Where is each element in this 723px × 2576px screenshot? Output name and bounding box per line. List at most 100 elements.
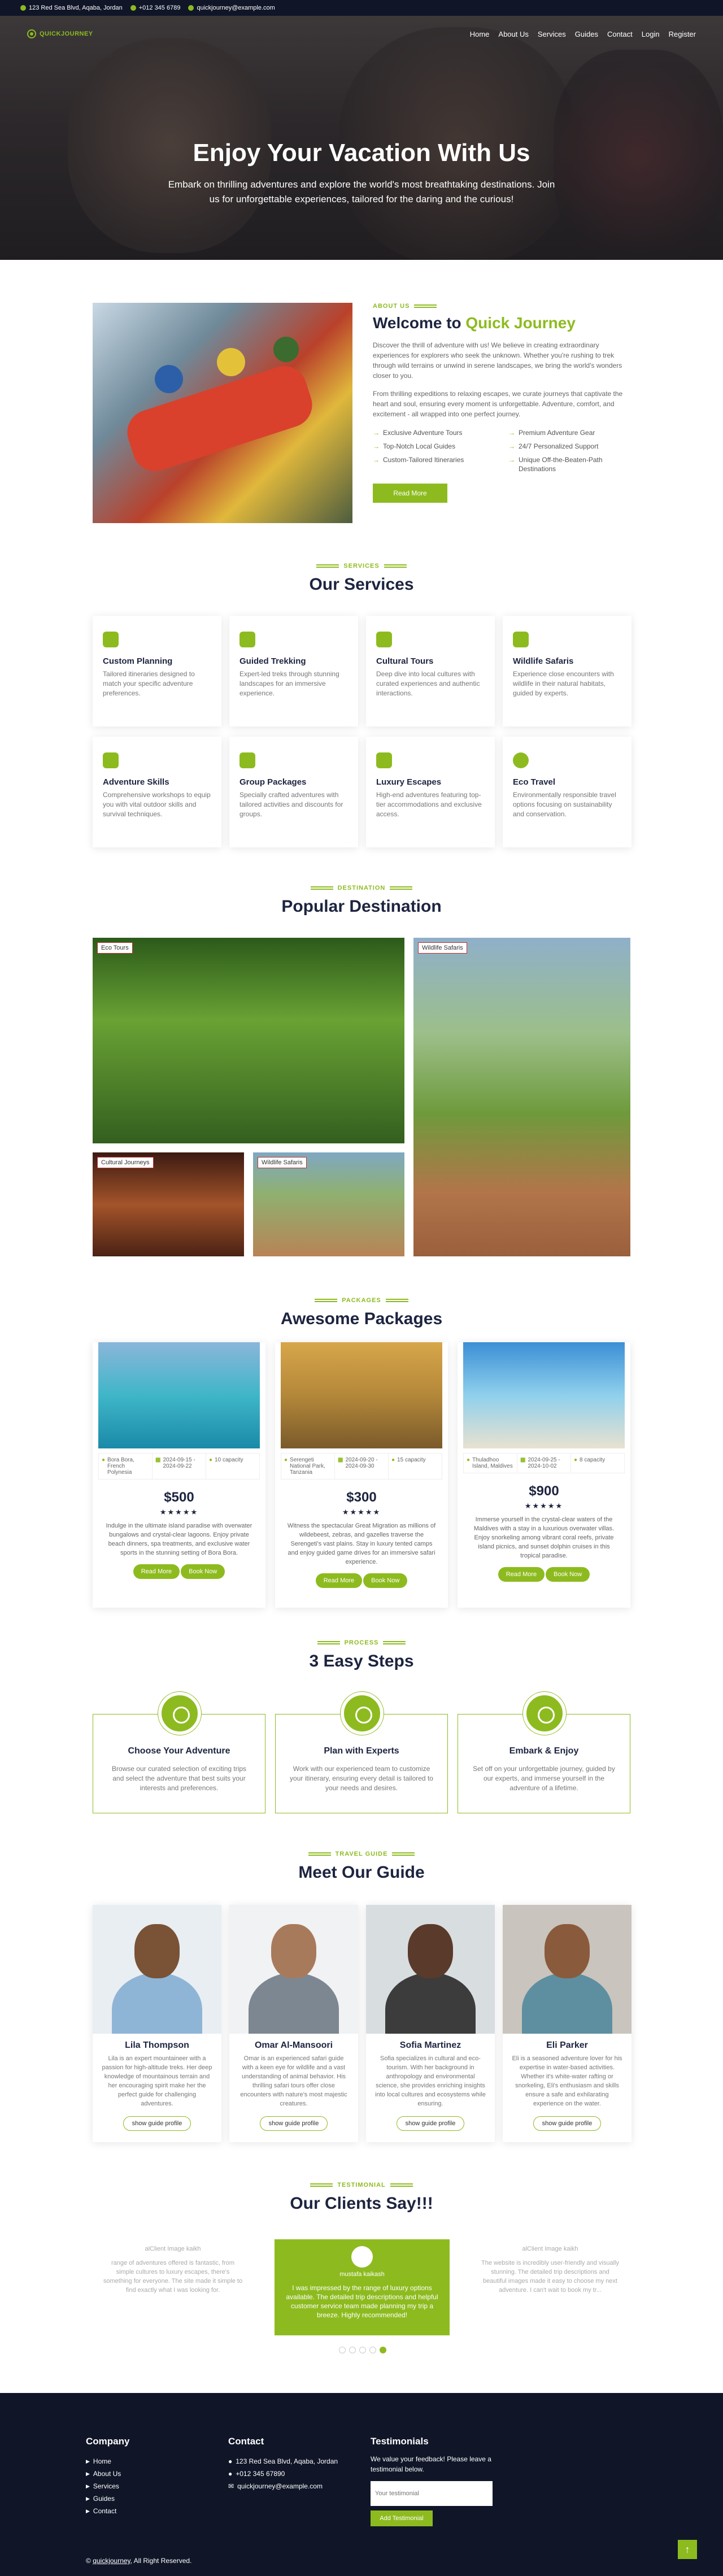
package-price: $900 bbox=[529, 1483, 559, 1499]
guide-card: Eli Parker Eli is a seasoned adventure lo… bbox=[503, 1905, 631, 2142]
show-guide-profile-button[interactable]: show guide profile bbox=[397, 2116, 464, 2131]
about-features: → Exclusive Adventure Tours → Premium Adve… bbox=[373, 428, 633, 473]
destination-card[interactable]: Cultural Journeys bbox=[93, 1152, 244, 1256]
location-icon: ● bbox=[228, 2457, 233, 2465]
read-more-button[interactable]: Read More bbox=[133, 1564, 180, 1579]
phone-info: +012 345 6789 bbox=[130, 5, 180, 11]
calendar-icon: ▦ bbox=[338, 1457, 343, 1463]
arrow-right-icon: → bbox=[508, 429, 515, 437]
destination-card[interactable]: Wildlife Safaris bbox=[253, 1152, 404, 1256]
feature-item: → Top-Notch Local Guides bbox=[373, 442, 456, 450]
nav-contact[interactable]: Contact bbox=[607, 30, 633, 38]
service-card[interactable]: Luxury Escapes High-end adventures featur… bbox=[366, 737, 495, 847]
guide-card: Sofia Martinez Sofia specializes in cultu… bbox=[366, 1905, 495, 2142]
add-testimonial-button[interactable]: Add Testimonial bbox=[371, 2510, 433, 2526]
carousel-dot[interactable] bbox=[369, 2347, 376, 2353]
package-price: $300 bbox=[346, 1490, 377, 1505]
nav-home[interactable]: Home bbox=[470, 30, 490, 38]
arrow-right-icon: → bbox=[508, 456, 515, 464]
about-eyebrow: ABOUT US bbox=[373, 303, 633, 310]
show-guide-profile-button[interactable]: show guide profile bbox=[533, 2116, 601, 2131]
service-card[interactable]: Guided Trekking Expert-led treks through … bbox=[229, 616, 358, 726]
footer-link-home[interactable]: ▶ Home bbox=[86, 2455, 129, 2468]
service-card[interactable]: Wildlife Safaris Experience close encount… bbox=[503, 616, 631, 726]
footer-link-guides[interactable]: ▶ Guides bbox=[86, 2492, 129, 2505]
temple-icon bbox=[376, 752, 392, 768]
feature-item: → Exclusive Adventure Tours bbox=[373, 429, 463, 437]
testimonial-card-active: mustafa kaikash I was impressed by the r… bbox=[275, 2239, 450, 2335]
destination-title: Popular Destination bbox=[281, 897, 442, 916]
book-now-button[interactable]: Book Now bbox=[181, 1564, 225, 1579]
copyright-link[interactable]: quickjourney bbox=[93, 2557, 130, 2565]
chevron-right-icon: ▶ bbox=[86, 2483, 90, 2489]
package-image bbox=[281, 1342, 442, 1448]
site-logo[interactable]: QUICKJOURNEY bbox=[27, 29, 93, 38]
calendar-icon: ▦ bbox=[155, 1457, 161, 1463]
book-now-button[interactable]: Book Now bbox=[363, 1573, 408, 1588]
about-paragraph-1: Discover the thrill of adventure with us… bbox=[373, 341, 622, 380]
testimonial-title: Our Clients Say!!! bbox=[290, 2194, 433, 2213]
hero-title: Enjoy Your Vacation With Us bbox=[193, 139, 530, 167]
show-guide-profile-button[interactable]: show guide profile bbox=[260, 2116, 328, 2131]
nav-register[interactable]: Register bbox=[669, 30, 696, 38]
packages-header: PACKAGES Awesome Packages bbox=[0, 1297, 723, 1329]
testimonial-card: alClient Image kaikh range of adventures … bbox=[93, 2239, 253, 2335]
step-card: Choose Your Adventure Browse our curated … bbox=[93, 1692, 265, 1813]
testimonial-card: alClient Image kaikh The website is incre… bbox=[470, 2239, 630, 2335]
globe-icon bbox=[513, 752, 529, 768]
carousel-dot[interactable] bbox=[349, 2347, 356, 2353]
show-guide-profile-button[interactable]: show guide profile bbox=[123, 2116, 191, 2131]
footer-link-contact[interactable]: ▶ Contact bbox=[86, 2505, 129, 2517]
feature-item: → Premium Adventure Gear bbox=[508, 429, 595, 437]
nav-guides[interactable]: Guides bbox=[575, 30, 598, 38]
gear-icon bbox=[103, 752, 119, 768]
nav-login[interactable]: Login bbox=[642, 30, 660, 38]
service-card[interactable]: Cultural Tours Deep dive into local cultu… bbox=[366, 616, 495, 726]
about-read-more-button[interactable]: Read More bbox=[373, 484, 447, 503]
hiker-icon bbox=[239, 632, 255, 647]
nav-about[interactable]: About Us bbox=[498, 30, 528, 38]
destination-header: DESTINATION Popular Destination bbox=[0, 885, 723, 916]
read-more-button[interactable]: Read More bbox=[498, 1567, 545, 1582]
client-avatar bbox=[351, 2246, 373, 2268]
carousel-dot-active[interactable] bbox=[380, 2347, 386, 2353]
footer-link-services[interactable]: ▶ Services bbox=[86, 2480, 129, 2492]
carousel-dots bbox=[339, 2347, 386, 2353]
service-card[interactable]: Group Packages Specially crafted adventur… bbox=[229, 737, 358, 847]
destination-card[interactable]: Wildlife Safaris bbox=[413, 938, 630, 1256]
arrow-right-icon: → bbox=[373, 429, 380, 437]
read-more-button[interactable]: Read More bbox=[315, 1573, 363, 1588]
client-avatar: alClient Image kaikh bbox=[145, 2246, 201, 2252]
nav-services[interactable]: Services bbox=[538, 30, 566, 38]
location-icon: ● bbox=[102, 1457, 106, 1463]
hiker-icon bbox=[523, 1692, 566, 1735]
guide-photo bbox=[229, 1905, 358, 2034]
rating-stars: ★★★★★ bbox=[159, 1508, 199, 1516]
back-to-top-button[interactable]: ↑ bbox=[678, 2540, 697, 2559]
service-card[interactable]: Eco Travel Environmentally responsible tr… bbox=[503, 737, 631, 847]
book-now-button[interactable]: Book Now bbox=[546, 1567, 590, 1582]
carousel-dot[interactable] bbox=[339, 2347, 346, 2353]
service-card[interactable]: Custom Planning Tailored itineraries desi… bbox=[93, 616, 221, 726]
package-image bbox=[98, 1342, 260, 1448]
rating-stars: ★★★★★ bbox=[524, 1502, 564, 1510]
location-icon: ● bbox=[284, 1457, 288, 1463]
person-icon bbox=[341, 1692, 384, 1735]
email-icon: ✉ bbox=[228, 2482, 234, 2490]
testimonial-input[interactable] bbox=[371, 2481, 493, 2506]
gear-icon bbox=[103, 632, 119, 647]
logo-icon bbox=[27, 29, 36, 38]
about-image bbox=[93, 303, 352, 523]
guide-card: Lila Thompson Lila is an expert mountaine… bbox=[93, 1905, 221, 2142]
service-card[interactable]: Adventure Skills Comprehensive workshops … bbox=[93, 737, 221, 847]
guide-card: Omar Al-Mansoori Omar is an experienced s… bbox=[229, 1905, 358, 2142]
about-title: Welcome to Quick Journey bbox=[373, 314, 576, 332]
carousel-dot[interactable] bbox=[359, 2347, 366, 2353]
address-info: 123 Red Sea Blvd, Aqaba, Jordan bbox=[20, 5, 123, 11]
destination-card[interactable]: Eco Tours bbox=[93, 938, 404, 1143]
chevron-right-icon: ▶ bbox=[86, 2471, 90, 2477]
guide-photo bbox=[366, 1905, 495, 2034]
feature-item: → 24/7 Personalized Support bbox=[508, 442, 599, 450]
footer-link-about[interactable]: ▶ About Us bbox=[86, 2468, 129, 2480]
hero-section: QUICKJOURNEY Home About Us Services Guid… bbox=[0, 16, 723, 260]
